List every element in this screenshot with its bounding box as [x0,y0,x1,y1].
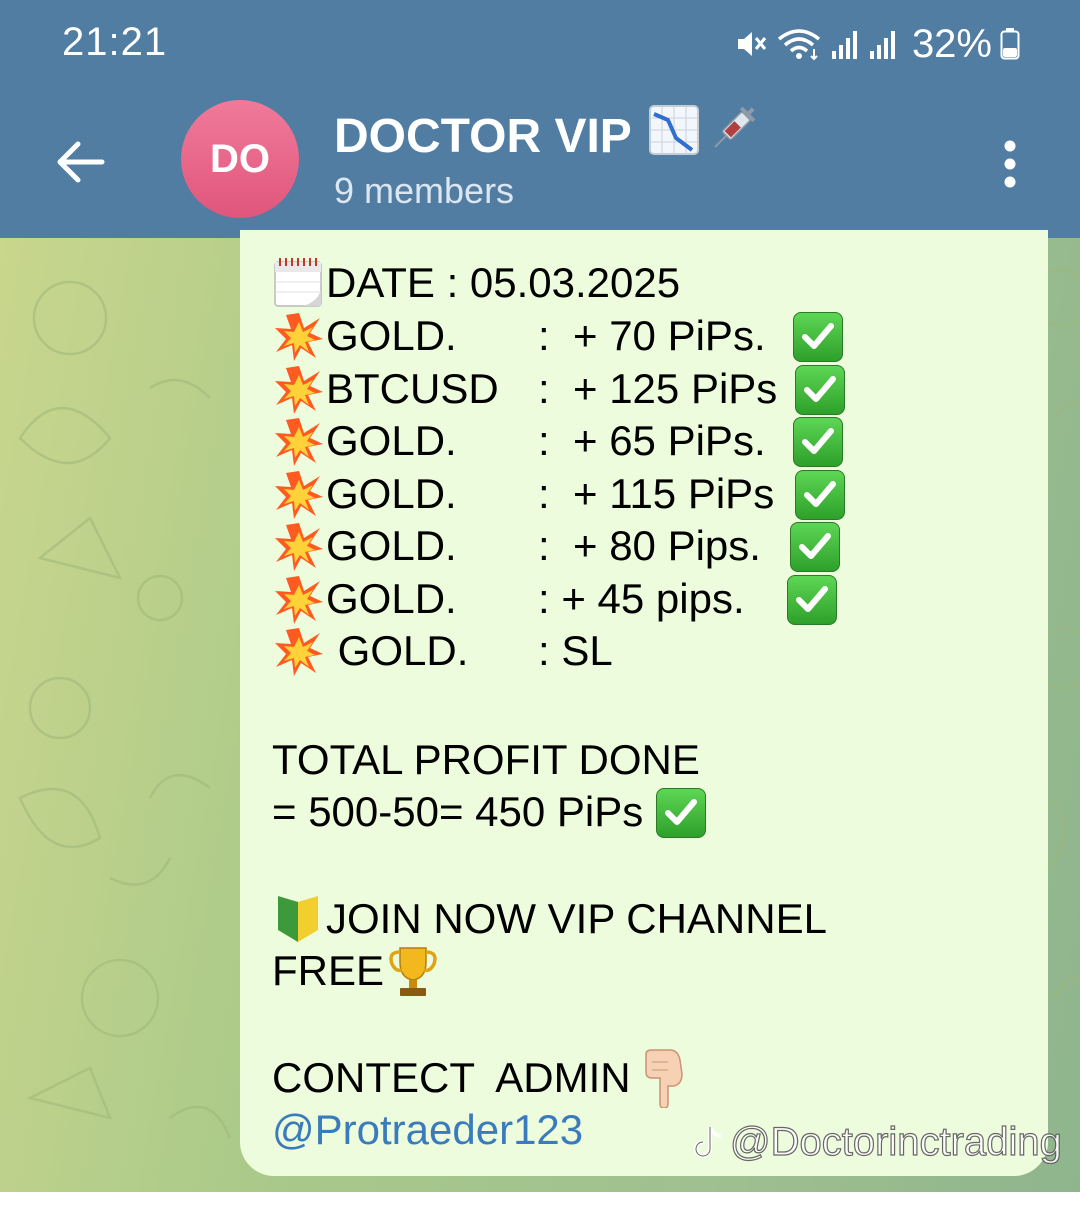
result-symbol: GOLD. [326,574,457,622]
pointing-down-hand-emoji [640,1048,688,1113]
check-emoji [793,312,843,362]
collision-emoji [274,627,324,682]
signal-icon [868,27,898,61]
collision-emoji [274,365,324,420]
more-vertical-icon [1004,140,1016,188]
status-bar: 21:21 32% [0,0,1080,88]
join-line-1: JOIN NOW VIP CHANNEL [326,895,827,942]
result-value: : + 65 PiPs. [538,417,766,464]
mute-icon [734,27,768,61]
date-line: DATE : 05.03.2025 [326,259,681,306]
result-value: : + 45 pips. [538,574,745,622]
back-button[interactable] [40,122,120,202]
chat-header: DO DOCTOR VIP 9 members [0,88,1080,238]
calendar-emoji [273,256,323,313]
beginner-symbol-emoji [274,894,322,949]
check-emoji [656,788,706,838]
check-emoji [793,417,843,467]
chart-decreasing-emoji [648,104,700,168]
status-icons: 32% [734,20,1020,68]
result-value: : SL [538,627,613,674]
check-emoji [790,522,840,572]
battery-percent: 32% [911,21,992,66]
avatar[interactable]: DO [181,100,299,218]
result-symbol: BTCUSD [326,364,499,412]
collision-emoji [274,470,324,525]
collision-emoji [274,417,324,472]
wifi-icon [776,27,822,61]
result-value: : + 125 PiPs [538,364,778,412]
admin-handle-link[interactable]: @Protraeder123 [272,1104,583,1156]
result-symbol: GOLD. [326,469,457,517]
watermark-text: @Doctorinctrading [729,1119,1062,1164]
chat-title-text: DOCTOR VIP [334,109,632,163]
watermark: @Doctorinctrading [690,1119,1062,1165]
check-emoji [795,469,845,520]
status-time: 21:21 [62,20,168,64]
join-line-2: FREE [272,947,385,994]
arrow-left-icon [57,141,105,183]
check-emoji [795,364,845,415]
result-value: : + 80 Pips. [538,522,761,569]
tiktok-logo-icon [694,1125,722,1158]
signal-icon [830,27,860,61]
result-symbol: GOLD. [326,627,469,674]
collision-emoji [274,312,324,367]
contact-line: CONTECT ADMIN [272,1054,631,1101]
result-value: : + 70 PiPs. [538,312,766,359]
result-symbol: GOLD. [326,417,457,464]
menu-button[interactable] [980,124,1040,204]
collision-emoji [274,575,324,630]
trophy-emoji [386,944,440,1003]
result-value: : + 115 PiPs [538,469,775,517]
collision-emoji [274,522,324,577]
check-emoji [787,574,837,625]
result-symbol: GOLD. [326,312,457,359]
total-line-1: TOTAL PROFIT DONE [272,736,700,783]
bottom-strip [0,1192,1080,1206]
result-symbol: GOLD. [326,522,457,569]
chat-subtitle: 9 members [334,170,515,211]
syringe-emoji [706,104,758,168]
total-line-2: = 500-50= 450 PiPs [272,788,644,835]
chat-title[interactable]: DOCTOR VIP [334,104,758,168]
battery-icon [1000,27,1020,61]
